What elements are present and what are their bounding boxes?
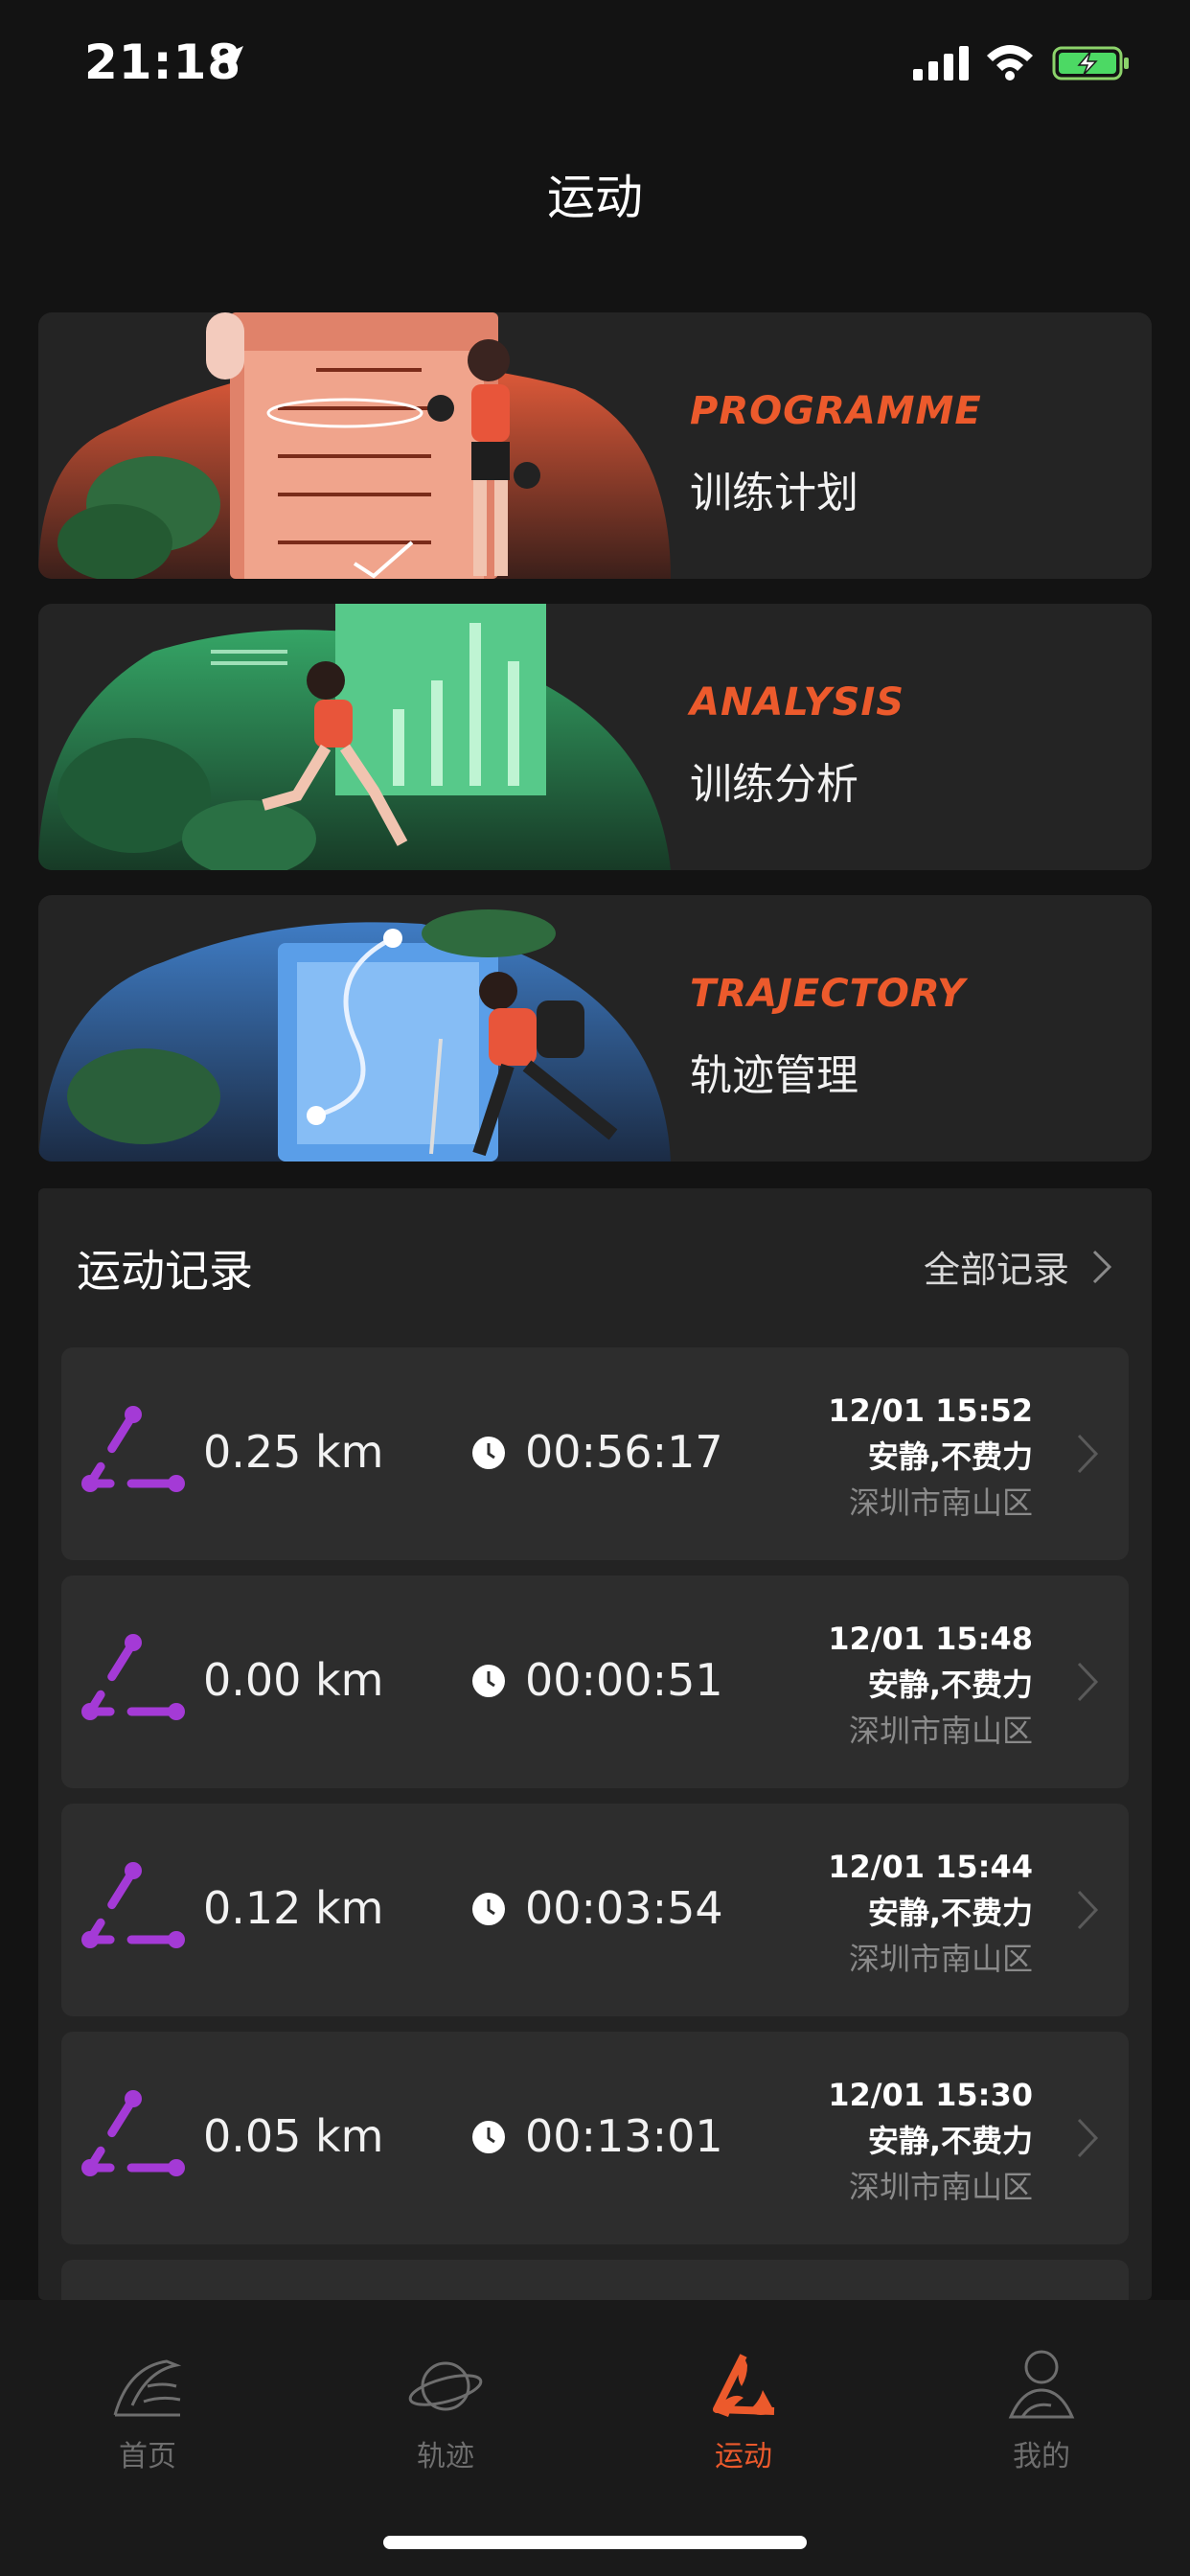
page-title: 运动 bbox=[547, 170, 643, 225]
tab-bar: 首页 轨迹 运动 我的 bbox=[0, 2300, 1190, 2576]
record-feel: 安静,不费力 bbox=[867, 1895, 1033, 1931]
record-row[interactable]: 0.12 km 00:03:54 12/01 15:44 安静,不费力 深圳市南… bbox=[61, 1804, 1129, 2016]
feature-cn-label: 训练分析 bbox=[690, 760, 858, 809]
battery-charging-icon bbox=[1052, 46, 1129, 80]
chevron-right-icon bbox=[1077, 1662, 1099, 1702]
tab-sport[interactable]: 运动 bbox=[648, 2348, 839, 2474]
record-date: 12/01 15:30 bbox=[828, 2077, 1033, 2113]
all-records-label: 全部记录 bbox=[923, 1249, 1069, 1291]
trajectory-illustration bbox=[38, 909, 671, 1162]
location-arrow-icon bbox=[213, 46, 243, 77]
record-place: 深圳市南山区 bbox=[848, 1484, 1033, 1521]
feature-cn-label: 轨迹管理 bbox=[690, 1051, 858, 1100]
record-duration: 00:03:54 bbox=[525, 1882, 723, 1934]
record-row[interactable]: 0.05 km 00:13:01 12/01 15:30 安静,不费力 深圳市南… bbox=[61, 2032, 1129, 2244]
tab-label: 我的 bbox=[1013, 2440, 1070, 2473]
record-feel: 安静,不费力 bbox=[867, 1667, 1033, 1703]
record-duration: 00:00:51 bbox=[525, 1654, 723, 1706]
record-place: 深圳市南山区 bbox=[848, 1941, 1033, 1977]
chevron-right-icon bbox=[1077, 1890, 1099, 1930]
record-place: 深圳市南山区 bbox=[848, 1713, 1033, 1749]
records-section: 运动记录 全部记录 0.25 km 00:56:17 12/01 15:52 安… bbox=[38, 1188, 1152, 2300]
record-distance: 0.25 km bbox=[203, 1426, 384, 1478]
record-row[interactable]: 0.00 km 00:00:51 12/01 15:48 安静,不费力 深圳市南… bbox=[61, 1576, 1129, 1788]
record-row-partial[interactable] bbox=[61, 2260, 1129, 2300]
cellular-signal-icon bbox=[913, 46, 969, 80]
sport-triangle-icon bbox=[81, 1634, 185, 1720]
record-duration: 00:56:17 bbox=[525, 1426, 723, 1478]
record-feel: 安静,不费力 bbox=[867, 1438, 1033, 1475]
record-distance: 0.12 km bbox=[203, 1882, 384, 1934]
feature-en-label: ANALYSIS bbox=[690, 680, 905, 724]
sport-triangle-icon bbox=[81, 2090, 185, 2176]
record-meta: 12/01 15:30 安静,不费力 深圳市南山区 bbox=[828, 2072, 1033, 2210]
records-title: 运动记录 bbox=[77, 1245, 253, 1297]
home-icon bbox=[113, 2359, 182, 2417]
clock-icon bbox=[472, 1893, 505, 1925]
record-date: 12/01 15:44 bbox=[828, 1849, 1033, 1885]
profile-icon bbox=[1008, 2350, 1075, 2419]
sport-icon bbox=[713, 2354, 775, 2417]
programme-card[interactable]: PROGRAMME 训练计划 bbox=[38, 312, 1152, 579]
tab-label: 轨迹 bbox=[417, 2440, 474, 2473]
chevron-right-icon bbox=[1092, 1250, 1112, 1283]
clock-icon bbox=[472, 2121, 505, 2153]
record-meta: 12/01 15:48 安静,不费力 深圳市南山区 bbox=[828, 1616, 1033, 1754]
record-date: 12/01 15:52 bbox=[828, 1392, 1033, 1429]
record-date: 12/01 15:48 bbox=[828, 1621, 1033, 1657]
record-distance: 0.00 km bbox=[203, 1654, 384, 1706]
home-indicator[interactable] bbox=[383, 2536, 807, 2549]
tab-profile[interactable]: 我的 bbox=[946, 2348, 1137, 2474]
record-feel: 安静,不费力 bbox=[867, 2123, 1033, 2159]
status-bar: 21:18 bbox=[0, 0, 1190, 125]
feature-en-label: PROGRAMME bbox=[690, 389, 982, 433]
feature-en-label: TRAJECTORY bbox=[690, 972, 966, 1016]
tab-label: 首页 bbox=[119, 2440, 176, 2473]
chevron-right-icon bbox=[1077, 2118, 1099, 2158]
record-distance: 0.05 km bbox=[203, 2110, 384, 2162]
programme-illustration bbox=[38, 312, 671, 579]
trajectory-card[interactable]: TRAJECTORY 轨迹管理 bbox=[38, 895, 1152, 1162]
analysis-illustration bbox=[38, 604, 671, 870]
clock-icon bbox=[472, 1665, 505, 1697]
record-meta: 12/01 15:52 安静,不费力 深圳市南山区 bbox=[828, 1388, 1033, 1526]
tab-track[interactable]: 轨迹 bbox=[350, 2348, 541, 2474]
feature-cn-label: 训练计划 bbox=[690, 469, 858, 518]
record-row[interactable]: 0.25 km 00:56:17 12/01 15:52 安静,不费力 深圳市南… bbox=[61, 1347, 1129, 1560]
analysis-card[interactable]: ANALYSIS 训练分析 bbox=[38, 604, 1152, 870]
record-place: 深圳市南山区 bbox=[848, 2169, 1033, 2205]
wifi-icon bbox=[987, 45, 1033, 80]
tab-home[interactable]: 首页 bbox=[52, 2348, 243, 2474]
planet-icon bbox=[408, 2361, 483, 2411]
sport-triangle-icon bbox=[81, 1862, 185, 1948]
record-duration: 00:13:01 bbox=[525, 2110, 723, 2162]
clock-icon bbox=[472, 1437, 505, 1469]
all-records-link[interactable]: 全部记录 bbox=[924, 1240, 1113, 1293]
record-meta: 12/01 15:44 安静,不费力 深圳市南山区 bbox=[828, 1844, 1033, 1982]
sport-triangle-icon bbox=[81, 1406, 185, 1492]
tab-label: 运动 bbox=[715, 2440, 772, 2473]
chevron-right-icon bbox=[1077, 1434, 1099, 1474]
